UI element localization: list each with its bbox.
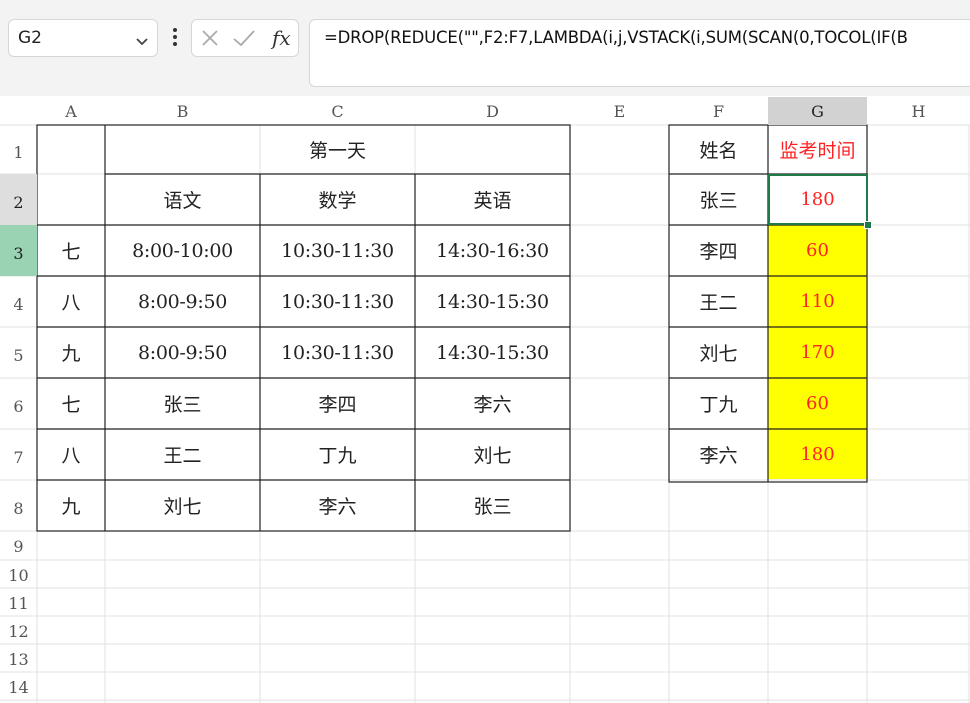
col-header-h[interactable]: H <box>867 97 970 125</box>
row-header-7[interactable]: 7 <box>0 429 37 480</box>
schedule-cell[interactable]: 10:30-11:30 <box>260 327 415 378</box>
col-header-a[interactable]: A <box>37 97 105 125</box>
schedule-day-header[interactable]: 第一天 <box>105 125 570 174</box>
row-header-8[interactable]: 8 <box>0 480 37 531</box>
more-options-icon[interactable] <box>172 25 178 53</box>
formula-bar-area: G2 fx =DROP(REDUCE("",F2:F7,LAMBDA(i,j,V… <box>0 0 970 96</box>
grade-label[interactable]: 八 <box>37 276 105 327</box>
row-header-6[interactable]: 6 <box>0 378 37 429</box>
spreadsheet-grid[interactable]: A B C D E F G H 1 2 3 4 5 6 7 8 9 10 11 … <box>0 97 970 703</box>
schedule-cell[interactable]: 14:30-16:30 <box>415 225 570 276</box>
row-header-11[interactable]: 11 <box>0 588 37 616</box>
teacher-name-cell[interactable]: 丁九 <box>669 378 768 429</box>
teacher-name-cell[interactable]: 王二 <box>669 276 768 327</box>
proctor-cell[interactable]: 丁九 <box>260 429 415 480</box>
proctor-time-cell[interactable]: 180 <box>768 429 867 480</box>
subject-header-chinese[interactable]: 语文 <box>105 174 260 225</box>
col-header-b[interactable]: B <box>105 97 260 125</box>
col-header-c[interactable]: C <box>260 97 415 125</box>
proctor-cell[interactable]: 张三 <box>415 480 570 531</box>
col-header-f[interactable]: F <box>669 97 768 125</box>
proctor-time-cell[interactable]: 60 <box>768 378 867 429</box>
confirm-icon[interactable] <box>232 28 256 52</box>
col-header-g[interactable]: G <box>768 97 867 125</box>
schedule-cell[interactable]: 14:30-15:30 <box>415 327 570 378</box>
name-column-header[interactable]: 姓名 <box>669 125 768 174</box>
grade-label[interactable]: 九 <box>37 480 105 531</box>
row-header-12[interactable]: 12 <box>0 616 37 644</box>
row-header-13[interactable]: 13 <box>0 644 37 672</box>
row-header-10[interactable]: 10 <box>0 560 37 588</box>
schedule-cell[interactable]: 8:00-10:00 <box>105 225 260 276</box>
proctor-time-cell[interactable]: 60 <box>768 225 867 276</box>
grade-label[interactable]: 七 <box>37 378 105 429</box>
row-header-9[interactable]: 9 <box>0 531 37 560</box>
schedule-cell[interactable]: 14:30-15:30 <box>415 276 570 327</box>
row-header-5[interactable]: 5 <box>0 327 37 378</box>
formula-tools: fx <box>191 19 299 57</box>
grade-label[interactable]: 八 <box>37 429 105 480</box>
teacher-name-cell[interactable]: 李六 <box>669 429 768 480</box>
row-header-1[interactable]: 1 <box>0 125 37 174</box>
schedule-cell[interactable]: 8:00-9:50 <box>105 276 260 327</box>
chevron-down-icon[interactable] <box>135 32 149 51</box>
schedule-cell[interactable]: 10:30-11:30 <box>260 276 415 327</box>
proctor-time-cell[interactable]: 180 <box>768 174 867 225</box>
name-box[interactable]: G2 <box>8 19 158 57</box>
grade-label[interactable]: 七 <box>37 225 105 276</box>
cancel-icon[interactable] <box>200 28 220 52</box>
schedule-cell[interactable]: 10:30-11:30 <box>260 225 415 276</box>
proctor-cell[interactable]: 刘七 <box>105 480 260 531</box>
teacher-name-cell[interactable]: 李四 <box>669 225 768 276</box>
proctor-cell[interactable]: 李六 <box>415 378 570 429</box>
teacher-name-cell[interactable]: 刘七 <box>669 327 768 378</box>
subject-header-english[interactable]: 英语 <box>415 174 570 225</box>
formula-text: =DROP(REDUCE("",F2:F7,LAMBDA(i,j,VSTACK(… <box>324 28 908 47</box>
proctor-cell[interactable]: 张三 <box>105 378 260 429</box>
proctor-time-cell[interactable]: 110 <box>768 276 867 327</box>
row-header-4[interactable]: 4 <box>0 276 37 327</box>
name-box-value: G2 <box>18 28 42 48</box>
proctor-cell[interactable]: 刘七 <box>415 429 570 480</box>
col-header-d[interactable]: D <box>415 97 570 125</box>
row-header-3[interactable]: 3 <box>0 225 37 276</box>
schedule-cell[interactable]: 8:00-9:50 <box>105 327 260 378</box>
row-header-14[interactable]: 14 <box>0 672 37 700</box>
proctor-time-cell[interactable]: 170 <box>768 327 867 378</box>
grade-label[interactable]: 九 <box>37 327 105 378</box>
proctor-cell[interactable]: 李四 <box>260 378 415 429</box>
proctor-cell[interactable]: 王二 <box>105 429 260 480</box>
formula-input[interactable]: =DROP(REDUCE("",F2:F7,LAMBDA(i,j,VSTACK(… <box>309 19 970 87</box>
col-header-e[interactable]: E <box>570 97 669 125</box>
proctor-cell[interactable]: 李六 <box>260 480 415 531</box>
insert-function-icon[interactable]: fx <box>272 26 291 50</box>
subject-header-math[interactable]: 数学 <box>260 174 415 225</box>
teacher-name-cell[interactable]: 张三 <box>669 174 768 225</box>
proctor-time-header[interactable]: 监考时间 <box>768 125 867 174</box>
row-header-2[interactable]: 2 <box>0 174 37 225</box>
